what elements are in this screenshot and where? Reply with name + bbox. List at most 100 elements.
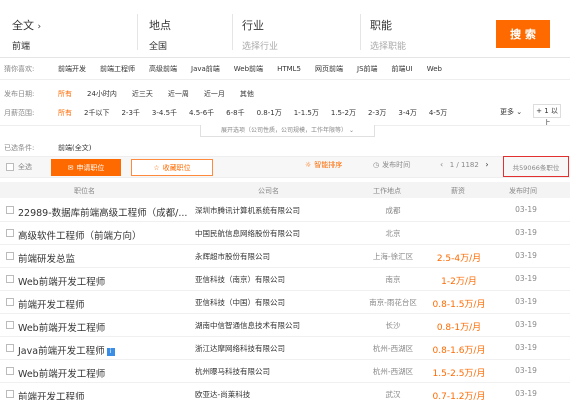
table-row[interactable]: Java前端开发工程师 i 浙江达摩网络科技有限公司 杭州-西湖区 0.8-1.6万/月…: [0, 337, 570, 360]
suggested-keyword[interactable]: 前端工程师: [100, 64, 135, 74]
location-label: 地点: [149, 19, 171, 32]
row-checkbox[interactable]: [6, 206, 14, 214]
salary-option[interactable]: 2千以下: [84, 108, 109, 118]
company-link[interactable]: 杭州曝马科技有限公司: [195, 366, 270, 377]
company-link[interactable]: 湖南中信智通信息技术有限公司: [195, 320, 300, 331]
job-salary: 1-2万/月: [441, 277, 477, 287]
suggested-keyword[interactable]: 前端UI: [392, 64, 413, 74]
salary-above-button[interactable]: + 1 以上: [533, 104, 561, 127]
job-title-link[interactable]: 前端开发工程师: [18, 389, 85, 400]
table-row[interactable]: 前端研发总监 永辉超市股份有限公司 上海-徐汇区 2.5-4万/月 03-19: [0, 245, 570, 268]
company-link[interactable]: 欧亚达-尚莱科技: [195, 389, 250, 400]
table-row[interactable]: 前端开发工程师 亚信科技（中国）有限公司 南京-雨花台区 0.8-1.5万/月 03-1…: [0, 291, 570, 314]
row-checkbox[interactable]: [6, 367, 14, 375]
table-row[interactable]: 22989-数据库前端高级工程师（成都/... 深圳市腾讯计算机系统有限公司 成都 0…: [0, 199, 570, 222]
company-link[interactable]: 亚信科技（中国）有限公司: [195, 297, 285, 308]
date-option-all[interactable]: 所有: [58, 89, 72, 99]
salary-option[interactable]: 4-5万: [429, 108, 447, 118]
header-title: 职位名: [74, 187, 95, 195]
industry-field[interactable]: 行业 选择行业: [242, 12, 342, 54]
divider: [232, 14, 233, 50]
suggested-keyword[interactable]: 网页前端: [315, 64, 343, 74]
location-field[interactable]: 地点 全国: [149, 12, 229, 54]
job-date: 03-19: [515, 320, 537, 329]
row-checkbox[interactable]: [6, 344, 14, 352]
company-link[interactable]: 浙江达摩网络科技有限公司: [195, 343, 285, 354]
salary-option[interactable]: 1.5-2万: [331, 108, 356, 118]
briefcase-icon: ✉: [67, 163, 74, 172]
row-checkbox[interactable]: [6, 321, 14, 329]
job-salary: 0.7-1.2万/月: [432, 392, 486, 400]
salary-option[interactable]: 2-3千: [121, 108, 139, 118]
position-field[interactable]: 职能 选择职能: [370, 12, 470, 54]
prev-page-icon[interactable]: ‹: [440, 160, 443, 169]
job-date: 03-19: [515, 343, 537, 352]
job-title-link[interactable]: 前端研发总监: [18, 251, 75, 265]
date-option[interactable]: 24小时内: [87, 89, 117, 99]
time-sort-button[interactable]: ◷ 发布时间: [373, 160, 410, 170]
salary-option[interactable]: 2-3万: [368, 108, 386, 118]
more-salary-button[interactable]: 更多 ⌄: [500, 107, 522, 117]
row-checkbox[interactable]: [6, 229, 14, 237]
job-title-link[interactable]: Java前端开发工程师 i: [18, 343, 115, 357]
table-row[interactable]: 高级软件工程师（前端方向） 中国民航信息网络股份有限公司 北京 03-19: [0, 222, 570, 245]
job-title-link[interactable]: 高级软件工程师（前端方向）: [18, 228, 142, 242]
salary-option[interactable]: 1-1.5万: [294, 108, 319, 118]
company-link[interactable]: 中国民航信息网络股份有限公司: [195, 228, 300, 239]
row-checkbox[interactable]: [6, 390, 14, 398]
salary-option[interactable]: 3-4.5千: [152, 108, 177, 118]
suggested-keyword[interactable]: 高级前端: [149, 64, 177, 74]
select-all-checkbox[interactable]: [6, 163, 14, 171]
next-page-icon[interactable]: ›: [485, 160, 488, 169]
job-date: 03-19: [515, 251, 537, 260]
header-salary: 薪资: [451, 187, 465, 195]
job-location: 杭州-西湖区: [372, 344, 414, 353]
company-link[interactable]: 深圳市腾讯计算机系统有限公司: [195, 205, 300, 216]
suggested-keyword[interactable]: Web: [427, 65, 442, 73]
favorite-job-button[interactable]: ☆ 收藏职位: [131, 159, 213, 176]
job-location: 南京: [385, 275, 401, 284]
selected-condition[interactable]: 前端(全文): [58, 143, 91, 153]
suggested-keyword[interactable]: HTML5: [277, 65, 301, 73]
table-row[interactable]: Web前端开发工程师 亚信科技（南京）有限公司 南京 1-2万/月 03-19: [0, 268, 570, 291]
table-row[interactable]: 前端开发工程师 欧亚达-尚莱科技 武汉 0.7-1.2万/月 03-19: [0, 383, 570, 400]
row-checkbox[interactable]: [6, 252, 14, 260]
job-date: 03-19: [515, 366, 537, 375]
date-option[interactable]: 其他: [240, 89, 254, 99]
company-link[interactable]: 永辉超市股份有限公司: [195, 251, 270, 262]
date-option[interactable]: 近一周: [168, 89, 189, 99]
selected-label: 已选条件:: [4, 143, 35, 152]
salary-option-all[interactable]: 所有: [58, 108, 72, 118]
suggested-keyword[interactable]: JS前端: [357, 64, 378, 74]
suggested-keyword[interactable]: Java前端: [191, 64, 220, 74]
total-jobs-count: 共59066条职位: [503, 156, 569, 177]
job-title-link[interactable]: Web前端开发工程师: [18, 274, 105, 288]
industry-label: 行业: [242, 19, 264, 32]
lightbulb-icon: ☼: [305, 161, 312, 169]
salary-option[interactable]: 3-4万: [398, 108, 416, 118]
job-title-link[interactable]: Web前端开发工程师: [18, 366, 105, 380]
job-date: 03-19: [515, 274, 537, 283]
salary-option[interactable]: 6-8千: [226, 108, 244, 118]
fulltext-field[interactable]: 全文 › 前端: [12, 12, 132, 54]
date-option[interactable]: 近一月: [204, 89, 225, 99]
date-option[interactable]: 近三天: [132, 89, 153, 99]
search-button[interactable]: 搜 索: [496, 20, 550, 48]
table-row[interactable]: Web前端开发工程师 湖南中信智通信息技术有限公司 长沙 0.8-1万/月 03-19: [0, 314, 570, 337]
table-row[interactable]: Web前端开发工程师 杭州曝马科技有限公司 杭州-西湖区 1.5-2.5万/月 03-1…: [0, 360, 570, 383]
smart-sort-button[interactable]: ☼ 智能排序: [305, 160, 342, 170]
suggested-keyword[interactable]: Web前端: [234, 64, 263, 74]
row-checkbox[interactable]: [6, 275, 14, 283]
job-title-link[interactable]: 前端开发工程师: [18, 297, 85, 311]
job-title-link[interactable]: Web前端开发工程师: [18, 320, 105, 334]
row-checkbox[interactable]: [6, 298, 14, 306]
job-location: 武汉: [385, 390, 401, 399]
company-link[interactable]: 亚信科技（南京）有限公司: [195, 274, 285, 285]
salary-option[interactable]: 4.5-6千: [189, 108, 214, 118]
expand-options-button[interactable]: 展开选项（公司性质，公司规模，工作年限等） ⌄: [200, 125, 375, 137]
salary-option[interactable]: 0.8-1万: [257, 108, 282, 118]
job-title-link[interactable]: 22989-数据库前端高级工程师（成都/...: [18, 205, 187, 219]
suggested-keyword[interactable]: 前端开发: [58, 64, 86, 74]
apply-job-button[interactable]: ✉ 申请职位: [51, 159, 121, 176]
table-header: 职位名 公司名 工作地点 薪资 发布时间: [0, 182, 570, 198]
